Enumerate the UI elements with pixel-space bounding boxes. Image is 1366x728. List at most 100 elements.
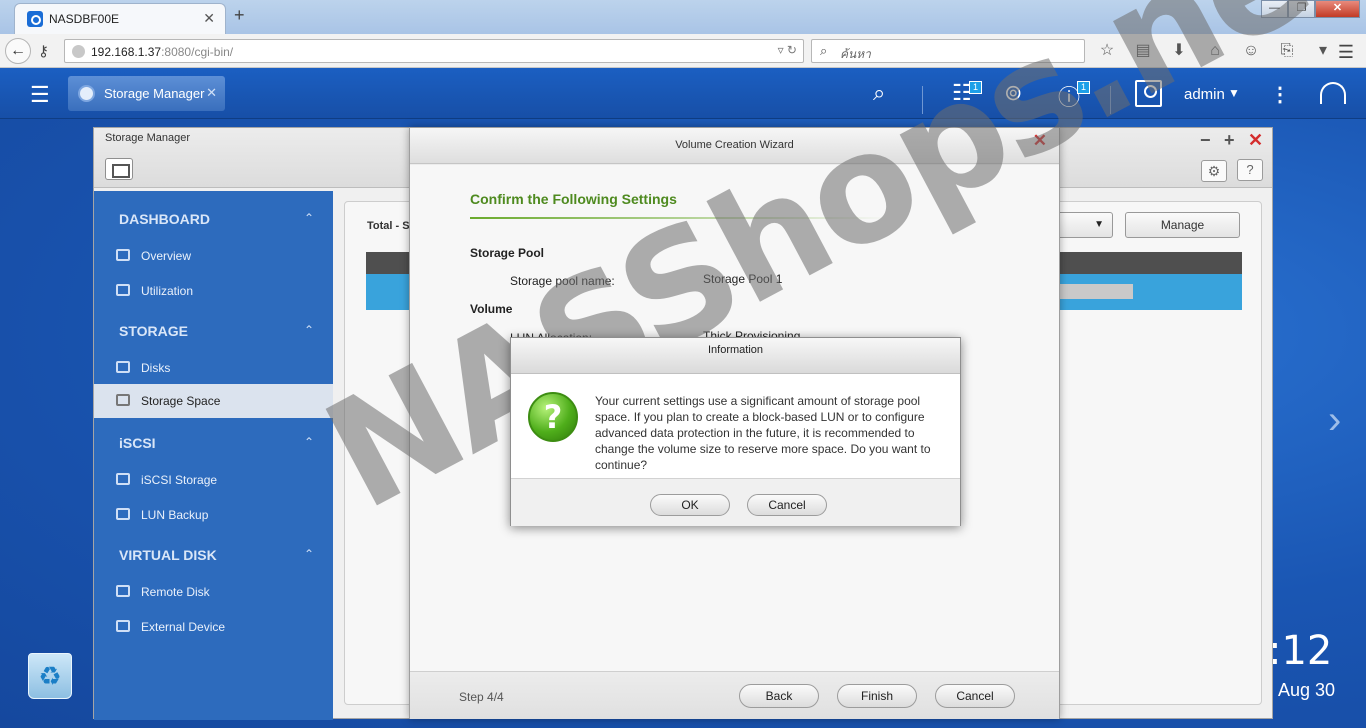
window-title: Storage Manager	[105, 132, 190, 144]
tab-title: NASDBF00E	[49, 12, 120, 26]
manage-button[interactable]: Manage	[1125, 212, 1240, 238]
url-host: 192.168.1.37	[91, 45, 162, 59]
sidebar-item-utilization[interactable]: Utilization	[94, 274, 333, 308]
dialog-header: Information	[511, 338, 960, 374]
chevron-up-icon[interactable]: ⌃	[304, 547, 314, 561]
tab-close-icon[interactable]: ✕	[203, 10, 215, 27]
remote-disk-icon	[116, 585, 130, 597]
next-page-arrow-icon[interactable]: ›	[1328, 398, 1341, 443]
question-icon: ?	[528, 392, 578, 442]
sidebar-item-lun-backup[interactable]: LUN Backup	[94, 498, 333, 532]
help-icon[interactable]: ?	[1237, 159, 1263, 181]
sidebar-item-label: Remote Disk	[141, 585, 210, 599]
dialog-message: Your current settings use a significant …	[595, 394, 931, 472]
addon-icon[interactable]: ⎘	[1276, 41, 1298, 61]
home-icon[interactable]: ⌂	[1204, 41, 1226, 61]
dashboard-gauge-icon[interactable]	[1320, 82, 1346, 104]
sidebar-item-iscsi-storage[interactable]: iSCSI Storage	[94, 463, 333, 497]
sidebar-item-overview[interactable]: Overview	[94, 239, 333, 273]
dropdown-icon[interactable]: ▾	[1312, 41, 1334, 61]
restore-button[interactable]: ❐	[1288, 0, 1315, 18]
wizard-footer: Step 4/4 Back Finish Cancel	[410, 671, 1059, 719]
new-tab-icon[interactable]: +	[234, 5, 245, 26]
information-dialog: Information ? Your current settings use …	[510, 337, 961, 526]
sidebar-item-label: Storage Space	[141, 394, 221, 408]
main-menu-icon[interactable]: ☰	[30, 82, 50, 108]
sidebar-item-external-device[interactable]: External Device	[94, 610, 333, 644]
sidebar-item-label: Disks	[141, 361, 171, 375]
utilization-icon	[116, 284, 130, 296]
finish-button[interactable]: Finish	[837, 684, 917, 708]
qnap-favicon-icon	[27, 11, 43, 27]
search-icon[interactable]: ⌕	[873, 80, 885, 106]
overview-icon	[116, 249, 130, 261]
external-device-icon	[116, 620, 130, 632]
toggle-sidebar-button[interactable]	[105, 158, 133, 180]
taskbar-close-icon[interactable]: ✕	[206, 85, 217, 101]
sidebar-section-dashboard[interactable]: DASHBOARD	[119, 211, 210, 227]
chevron-up-icon[interactable]: ⌃	[304, 435, 314, 449]
desktop-clock: :12	[1268, 628, 1333, 674]
username-label[interactable]: admin	[1184, 86, 1225, 103]
sidebar-item-remote-disk[interactable]: Remote Disk	[94, 575, 333, 609]
window-controls: — ❐ ✕	[1261, 0, 1360, 18]
chevron-up-icon[interactable]: ⌃	[304, 323, 314, 337]
user-avatar-icon[interactable]	[1135, 80, 1162, 107]
minimize-icon[interactable]: −	[1200, 130, 1211, 151]
browser-toolbar: ☆ ▤ ⬇ ⌂ ☺ ⎘ ▾	[1096, 41, 1334, 61]
gear-icon[interactable]: ⚙	[1201, 160, 1227, 182]
divider	[922, 86, 923, 114]
qts-topbar: ☰ Storage Manager ✕ ⌕ ☷ 1 ⊚ ⓘ 1 admin ▼ …	[0, 68, 1366, 119]
heading-underline	[470, 217, 890, 219]
close-icon[interactable]: ✕	[1033, 131, 1047, 151]
sidebar-item-storage-space[interactable]: Storage Space	[94, 384, 333, 418]
iscsi-storage-icon	[116, 473, 130, 485]
ok-button[interactable]: OK	[650, 494, 730, 516]
search-placeholder: ค้นหา	[840, 47, 871, 61]
minimize-button[interactable]: —	[1261, 0, 1288, 18]
browser-navbar: ← ⚷ 192.168.1.37:8080/cgi-bin/ ▿ ↻ ⌕ ค้น…	[0, 34, 1366, 68]
cancel-button[interactable]: Cancel	[935, 684, 1015, 708]
section-volume: Volume	[470, 302, 513, 316]
taskbar-storage-manager[interactable]: Storage Manager ✕	[68, 76, 225, 111]
sidebar-section-virtual-disk[interactable]: VIRTUAL DISK	[119, 547, 217, 563]
key-icon: ⚷	[38, 43, 49, 60]
taskbar-app-label: Storage Manager	[104, 86, 205, 101]
back-button[interactable]: ←	[5, 38, 31, 64]
pool-name-value: Storage Pool 1	[703, 272, 783, 286]
maximize-icon[interactable]: +	[1224, 130, 1235, 151]
download-icon[interactable]: ⬇	[1168, 41, 1190, 61]
dialog-footer: OK Cancel	[511, 478, 960, 526]
reload-icon[interactable]: ▿ ↻	[778, 43, 797, 57]
sidebar-section-storage[interactable]: STORAGE	[119, 323, 188, 339]
browser-tab[interactable]: NASDBF00E ✕	[14, 3, 226, 34]
more-options-icon[interactable]: ⋮	[1270, 82, 1290, 107]
recycle-bin-icon[interactable]: ♻	[28, 653, 72, 699]
external-devices-icon[interactable]: ⊚	[1004, 80, 1022, 106]
chevron-down-icon[interactable]: ▼	[1228, 86, 1240, 100]
sidebar-item-label: External Device	[141, 620, 226, 634]
browser-menu-icon[interactable]: ☰	[1338, 42, 1354, 63]
globe-icon	[72, 45, 85, 58]
browser-tabbar: NASDBF00E ✕ + — ❐ ✕	[0, 0, 1366, 34]
create-dropdown[interactable]: ▼	[1055, 212, 1113, 238]
reading-list-icon[interactable]: ▤	[1132, 41, 1154, 61]
wizard-title: Volume Creation Wizard	[675, 139, 794, 151]
search-bar[interactable]: ⌕ ค้นหา	[811, 39, 1085, 63]
chat-icon[interactable]: ☺	[1240, 41, 1262, 61]
cancel-button[interactable]: Cancel	[747, 494, 827, 516]
sidebar-item-disks[interactable]: Disks	[94, 351, 333, 385]
chevron-up-icon[interactable]: ⌃	[304, 211, 314, 225]
sidebar-item-label: iSCSI Storage	[141, 473, 218, 487]
sidebar-section-iscsi[interactable]: iSCSI	[119, 435, 156, 451]
close-window-button[interactable]: ✕	[1315, 0, 1360, 18]
desktop-date: Aug 30	[1278, 680, 1336, 700]
wizard-header: Volume Creation Wizard ✕	[410, 128, 1059, 164]
url-bar[interactable]: 192.168.1.37:8080/cgi-bin/ ▿ ↻	[64, 39, 804, 63]
capacity-bar	[1058, 284, 1133, 299]
wizard-heading: Confirm the Following Settings	[470, 191, 677, 207]
notifications-badge: 1	[1077, 81, 1090, 94]
close-icon[interactable]: ✕	[1248, 130, 1263, 151]
back-button[interactable]: Back	[739, 684, 819, 708]
bookmark-star-icon[interactable]: ☆	[1096, 41, 1118, 61]
